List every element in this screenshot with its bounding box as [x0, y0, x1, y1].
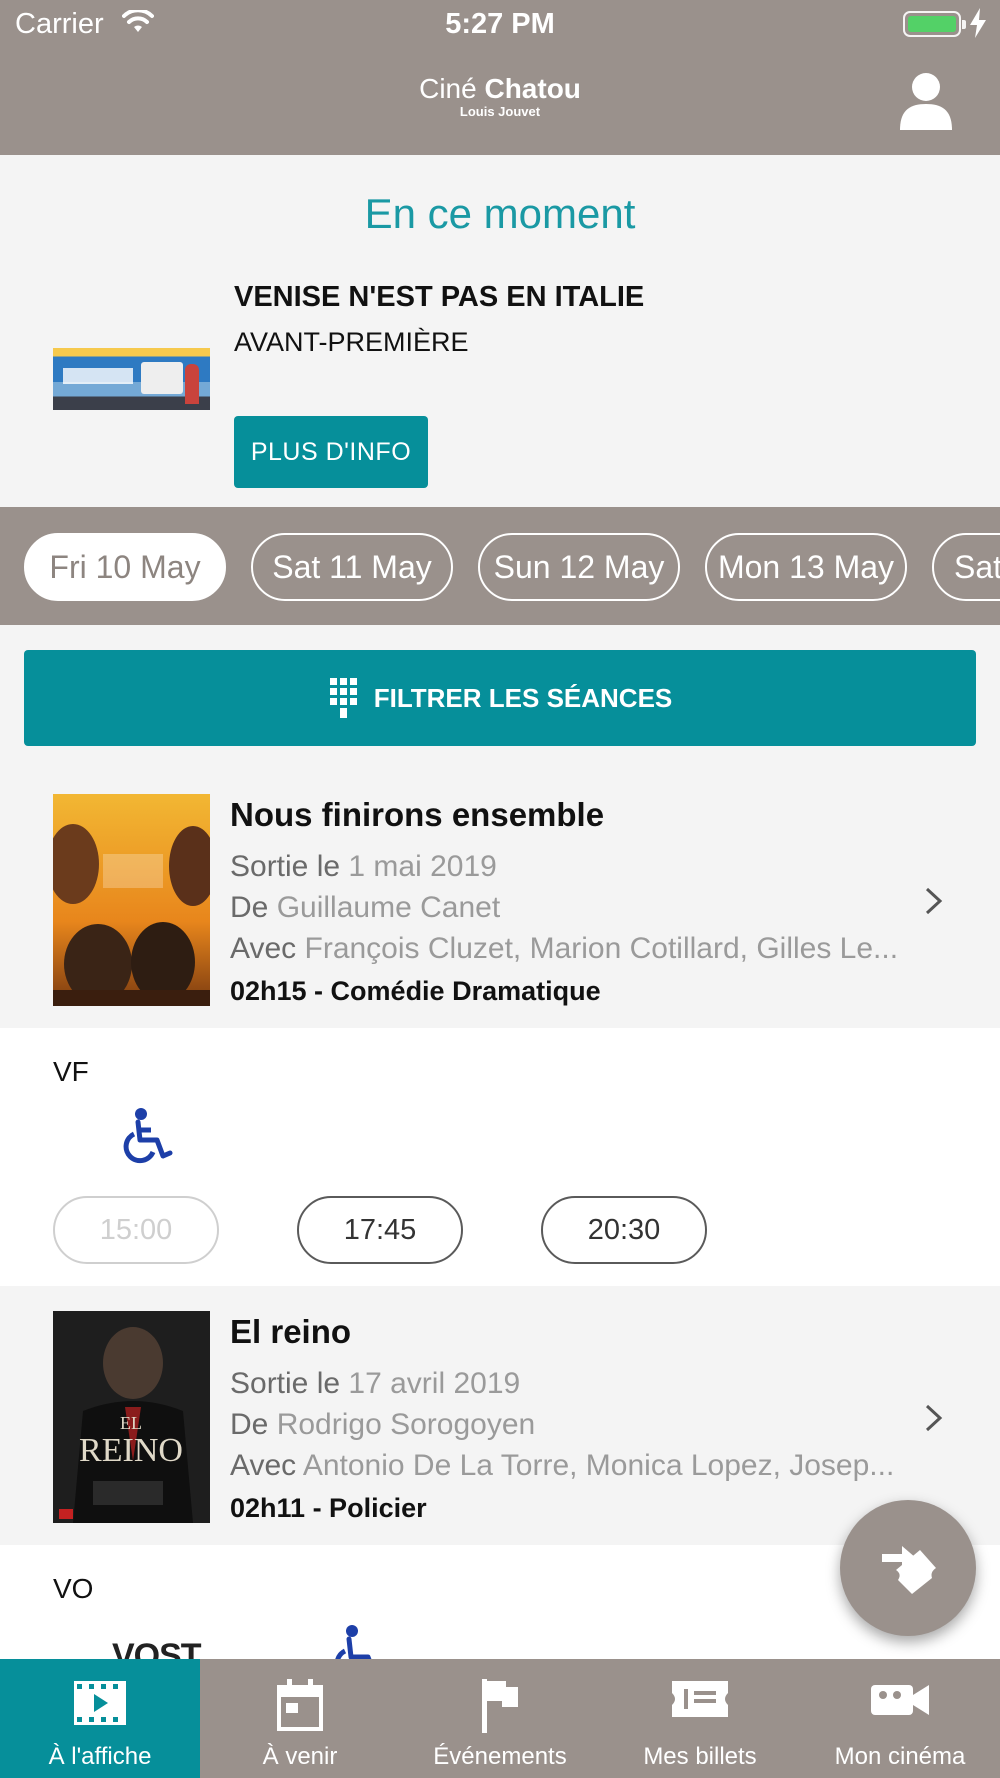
movie-title: Nous finirons ensemble	[230, 796, 605, 833]
session-time[interactable]: 17:45	[297, 1196, 463, 1264]
version-label: VO	[53, 1573, 94, 1604]
tickets-fab-button[interactable]	[840, 1500, 976, 1636]
chevron-right-icon[interactable]	[924, 1403, 944, 1433]
featured-section: En ce moment VENISE N'EST PAS EN ITALIE …	[0, 155, 1000, 507]
profile-icon[interactable]	[900, 72, 952, 130]
director-line: De Rodrigo Sorogoyen	[230, 1408, 900, 1442]
tab-label: Mes billets	[643, 1743, 757, 1770]
version-label: VF	[53, 1056, 89, 1087]
sessions-block: VF 15:00 17:45 20:30	[0, 1028, 1000, 1286]
section-title: En ce moment	[364, 190, 636, 237]
battery-icon	[903, 11, 966, 37]
release-line: Sortie le 1 mai 2019	[230, 850, 900, 884]
status-bar: Carrier 5:27 PM	[0, 0, 1000, 50]
movie-card[interactable]: EL REINO El reino Sortie le 17 avril 201…	[0, 1287, 1000, 1545]
flag-icon	[482, 1679, 518, 1733]
cast-prefix: Avec	[230, 1449, 297, 1482]
clock: 5:27 PM	[445, 8, 555, 40]
date-selector: Fri 10 May Sat 11 May Sun 12 May Mon 13 …	[0, 507, 1000, 625]
tab-now-showing[interactable]: À l'affiche	[0, 1659, 200, 1778]
top-bar: Carrier 5:27 PM Ciné Chatou Louis Jouvet	[0, 0, 1000, 155]
session-time[interactable]: 20:30	[541, 1196, 707, 1264]
cast-line: Avec François Cluzet, Marion Cotillard, …	[230, 932, 900, 966]
tab-label: À venir	[262, 1743, 338, 1770]
logo-text-chatou: Chatou	[484, 73, 581, 104]
release-prefix: Sortie le	[230, 1367, 341, 1400]
director: Rodrigo Sorogoyen	[276, 1408, 536, 1441]
calendar-icon	[277, 1679, 323, 1731]
film-icon	[74, 1681, 126, 1725]
cast-line: Avec Antonio De La Torre, Monica Lopez, …	[230, 1449, 900, 1483]
tab-label: À l'affiche	[48, 1743, 152, 1770]
more-info-button[interactable]: PLUS D'INFO	[234, 416, 428, 488]
duration-genre: 02h11 - Policier	[230, 1493, 427, 1523]
release-date: 17 avril 2019	[348, 1367, 521, 1400]
director-prefix: De	[230, 891, 269, 924]
movie-poster[interactable]: EL REINO	[53, 1311, 210, 1523]
movie-card[interactable]: Nous finirons ensemble Sortie le 1 mai 2…	[0, 770, 1000, 1028]
chevron-right-icon[interactable]	[924, 886, 944, 916]
wheelchair-icon	[123, 1108, 173, 1164]
director-line: De Guillaume Canet	[230, 891, 900, 925]
svg-text:EL: EL	[120, 1413, 142, 1433]
svg-text:REINO: REINO	[79, 1432, 183, 1469]
featured-title: VENISE N'EST PAS EN ITALIE	[234, 281, 645, 313]
release-prefix: Sortie le	[230, 850, 341, 883]
tab-label: Événements	[433, 1743, 567, 1770]
tab-upcoming[interactable]: À venir	[200, 1659, 400, 1778]
logo-subtext: Louis Jouvet	[459, 104, 541, 119]
featured-poster[interactable]	[53, 348, 210, 410]
date-chip[interactable]: Mon 13 May	[705, 533, 907, 601]
cast: François Cluzet, Marion Cotillard, Gille…	[304, 932, 899, 965]
date-chip[interactable]: Fri 10 May	[24, 533, 226, 601]
director: Guillaume Canet	[276, 891, 501, 924]
ticket-icon	[672, 1681, 728, 1717]
filter-sessions-button[interactable]: FILTRER LES SÉANCES	[24, 650, 976, 746]
tab-bar: À l'affiche À venir Événements Mes bille…	[0, 1659, 1000, 1778]
movie-poster[interactable]	[53, 794, 210, 1006]
tab-events[interactable]: Événements	[400, 1659, 600, 1778]
duration-genre: 02h15 - Comédie Dramatique	[230, 976, 601, 1006]
release-line: Sortie le 17 avril 2019	[230, 1367, 900, 1401]
featured-subtitle: AVANT-PREMIÈRE	[234, 327, 469, 357]
tab-label: Mon cinéma	[834, 1743, 966, 1770]
session-time: 15:00	[53, 1196, 219, 1264]
camera-icon	[871, 1685, 929, 1715]
date-chip[interactable]: Sat 11 May	[251, 533, 453, 601]
logo-text-cine: Ciné	[419, 73, 477, 104]
date-chip[interactable]: Sat 14 May	[932, 533, 1000, 601]
release-date: 1 mai 2019	[348, 850, 497, 883]
filter-label: FILTRER LES SÉANCES	[373, 682, 673, 713]
filter-grid-icon	[329, 678, 357, 718]
tab-my-cinema[interactable]: Mon cinéma	[800, 1659, 1000, 1778]
ticket-icon	[882, 1546, 936, 1594]
cast-prefix: Avec	[230, 932, 297, 965]
wheelchair-icon	[335, 1625, 372, 1659]
charging-icon	[970, 8, 986, 38]
vost-badge: VOST	[112, 1637, 202, 1659]
tab-my-tickets[interactable]: Mes billets	[600, 1659, 800, 1778]
date-chip[interactable]: Sun 12 May	[478, 533, 680, 601]
cast: Antonio De La Torre, Monica Lopez, Josep…	[302, 1449, 895, 1482]
director-prefix: De	[230, 1408, 269, 1441]
cinema-logo[interactable]: Ciné Chatou Louis Jouvet	[0, 74, 1000, 120]
movie-title: El reino	[230, 1313, 352, 1350]
